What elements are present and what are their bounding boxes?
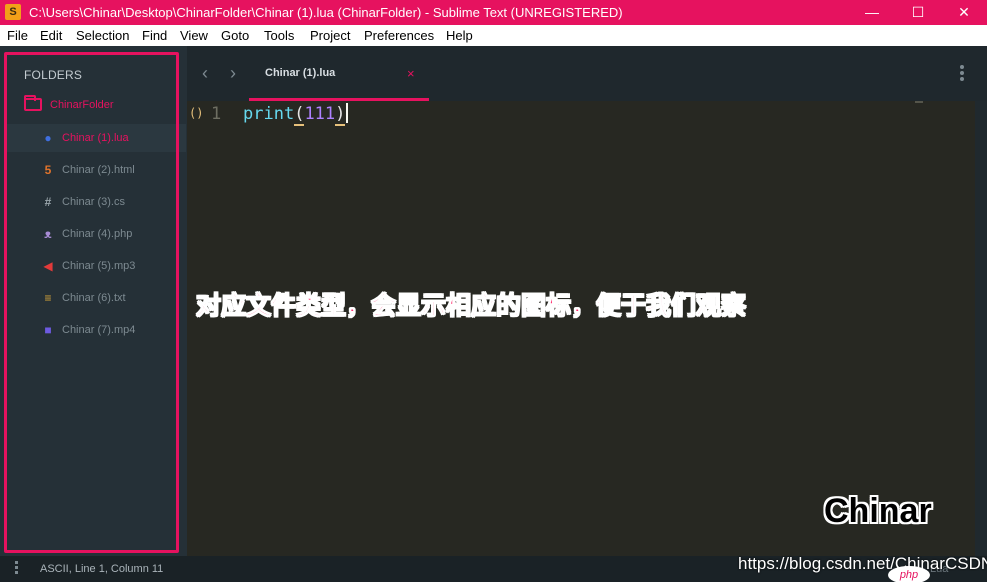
sublime-logo-icon: S	[5, 4, 21, 20]
file-label: Chinar (7).mp4	[62, 324, 136, 336]
panel-toggle-icon[interactable]	[15, 561, 19, 576]
maximize-button[interactable]: ☐	[895, 0, 941, 25]
menu-goto[interactable]: Goto	[221, 28, 249, 43]
line-number: 1	[211, 104, 222, 124]
minimap[interactable]	[915, 101, 923, 103]
brand-watermark: Chinar	[824, 492, 932, 530]
annotation-text: 对应文件类型，会显示相应的图标，便于我们观察	[195, 291, 747, 321]
file-label: Chinar (1).lua	[62, 132, 129, 144]
tab-close-icon[interactable]: ×	[407, 66, 415, 81]
window-title: C:\Users\Chinar\Desktop\ChinarFolder\Chi…	[29, 5, 623, 20]
menu-find[interactable]: Find	[142, 28, 167, 43]
text-lines-icon: ≡	[44, 291, 52, 305]
text-cursor	[346, 103, 349, 123]
minimize-button[interactable]: —	[849, 0, 895, 25]
file-label: Chinar (5).mp3	[62, 260, 136, 272]
sidebar-file-mp4[interactable]: ■ Chinar (7).mp4	[4, 316, 186, 344]
tab-chinar-1-lua[interactable]: Chinar (1).lua ×	[249, 46, 429, 101]
close-window-button[interactable]: ✕	[941, 0, 987, 25]
folder-icon	[24, 95, 42, 111]
speaker-icon: ◀	[43, 259, 53, 273]
code-paren-open: (	[294, 104, 305, 126]
menu-selection[interactable]: Selection	[76, 28, 129, 43]
menu-project[interactable]: Project	[310, 28, 350, 43]
sidebar-file-html[interactable]: 5 Chinar (2).html	[4, 156, 186, 184]
sidebar-file-cs[interactable]: # Chinar (3).cs	[4, 188, 186, 216]
hash-icon: #	[44, 195, 52, 209]
tab-label: Chinar (1).lua	[265, 67, 336, 79]
video-camera-icon: ■	[44, 323, 52, 337]
csdn-watermark: https://blog.csdn.net/ChinarCSDN	[738, 554, 987, 573]
file-label: Chinar (4).php	[62, 228, 133, 240]
lua-icon: ●	[44, 131, 52, 145]
sidebar-file-mp3[interactable]: ◀ Chinar (5).mp3	[4, 252, 186, 280]
more-vertical-icon[interactable]	[960, 65, 966, 81]
php-logo: php	[888, 566, 930, 582]
chevron-right-icon[interactable]: ›	[230, 63, 236, 84]
menu-file[interactable]: File	[7, 28, 28, 43]
tab-bar: ‹ › Chinar (1).lua ×	[187, 46, 987, 101]
sidebar-file-php[interactable]: ᴥ Chinar (4).php	[4, 220, 186, 248]
chevron-left-icon[interactable]: ‹	[202, 63, 208, 84]
sidebar-file-lua[interactable]: ● Chinar (1).lua	[4, 124, 186, 152]
status-text: ASCII, Line 1, Column 11	[40, 563, 164, 575]
menu-edit[interactable]: Edit	[40, 28, 62, 43]
vertical-scrollbar[interactable]	[975, 101, 987, 556]
elephant-icon: ᴥ	[44, 227, 52, 241]
bracket-gutter-icon: ()	[189, 106, 204, 120]
menu-view[interactable]: View	[180, 28, 208, 43]
file-label: Chinar (6).txt	[62, 292, 126, 304]
title-bar: S C:\Users\Chinar\Desktop\ChinarFolder\C…	[0, 0, 987, 25]
sidebar-file-txt[interactable]: ≡ Chinar (6).txt	[4, 284, 186, 312]
file-label: Chinar (2).html	[62, 164, 135, 176]
html5-icon: 5	[44, 163, 52, 177]
code-function: print	[243, 104, 295, 124]
file-label: Chinar (3).cs	[62, 196, 125, 208]
code-paren-close: )	[335, 104, 346, 126]
editor-area[interactable]: () 1 print(111)	[187, 101, 975, 556]
menu-help[interactable]: Help	[446, 28, 473, 43]
folders-header: FOLDERS	[24, 68, 83, 82]
menu-tools[interactable]: Tools	[264, 28, 294, 43]
menu-bar: File Edit Selection Find View Goto Tools…	[0, 25, 987, 46]
menu-preferences[interactable]: Preferences	[364, 28, 434, 43]
folder-label: ChinarFolder	[50, 99, 114, 111]
code-number: 111	[304, 104, 336, 124]
code-line[interactable]: print(111)	[243, 103, 349, 126]
